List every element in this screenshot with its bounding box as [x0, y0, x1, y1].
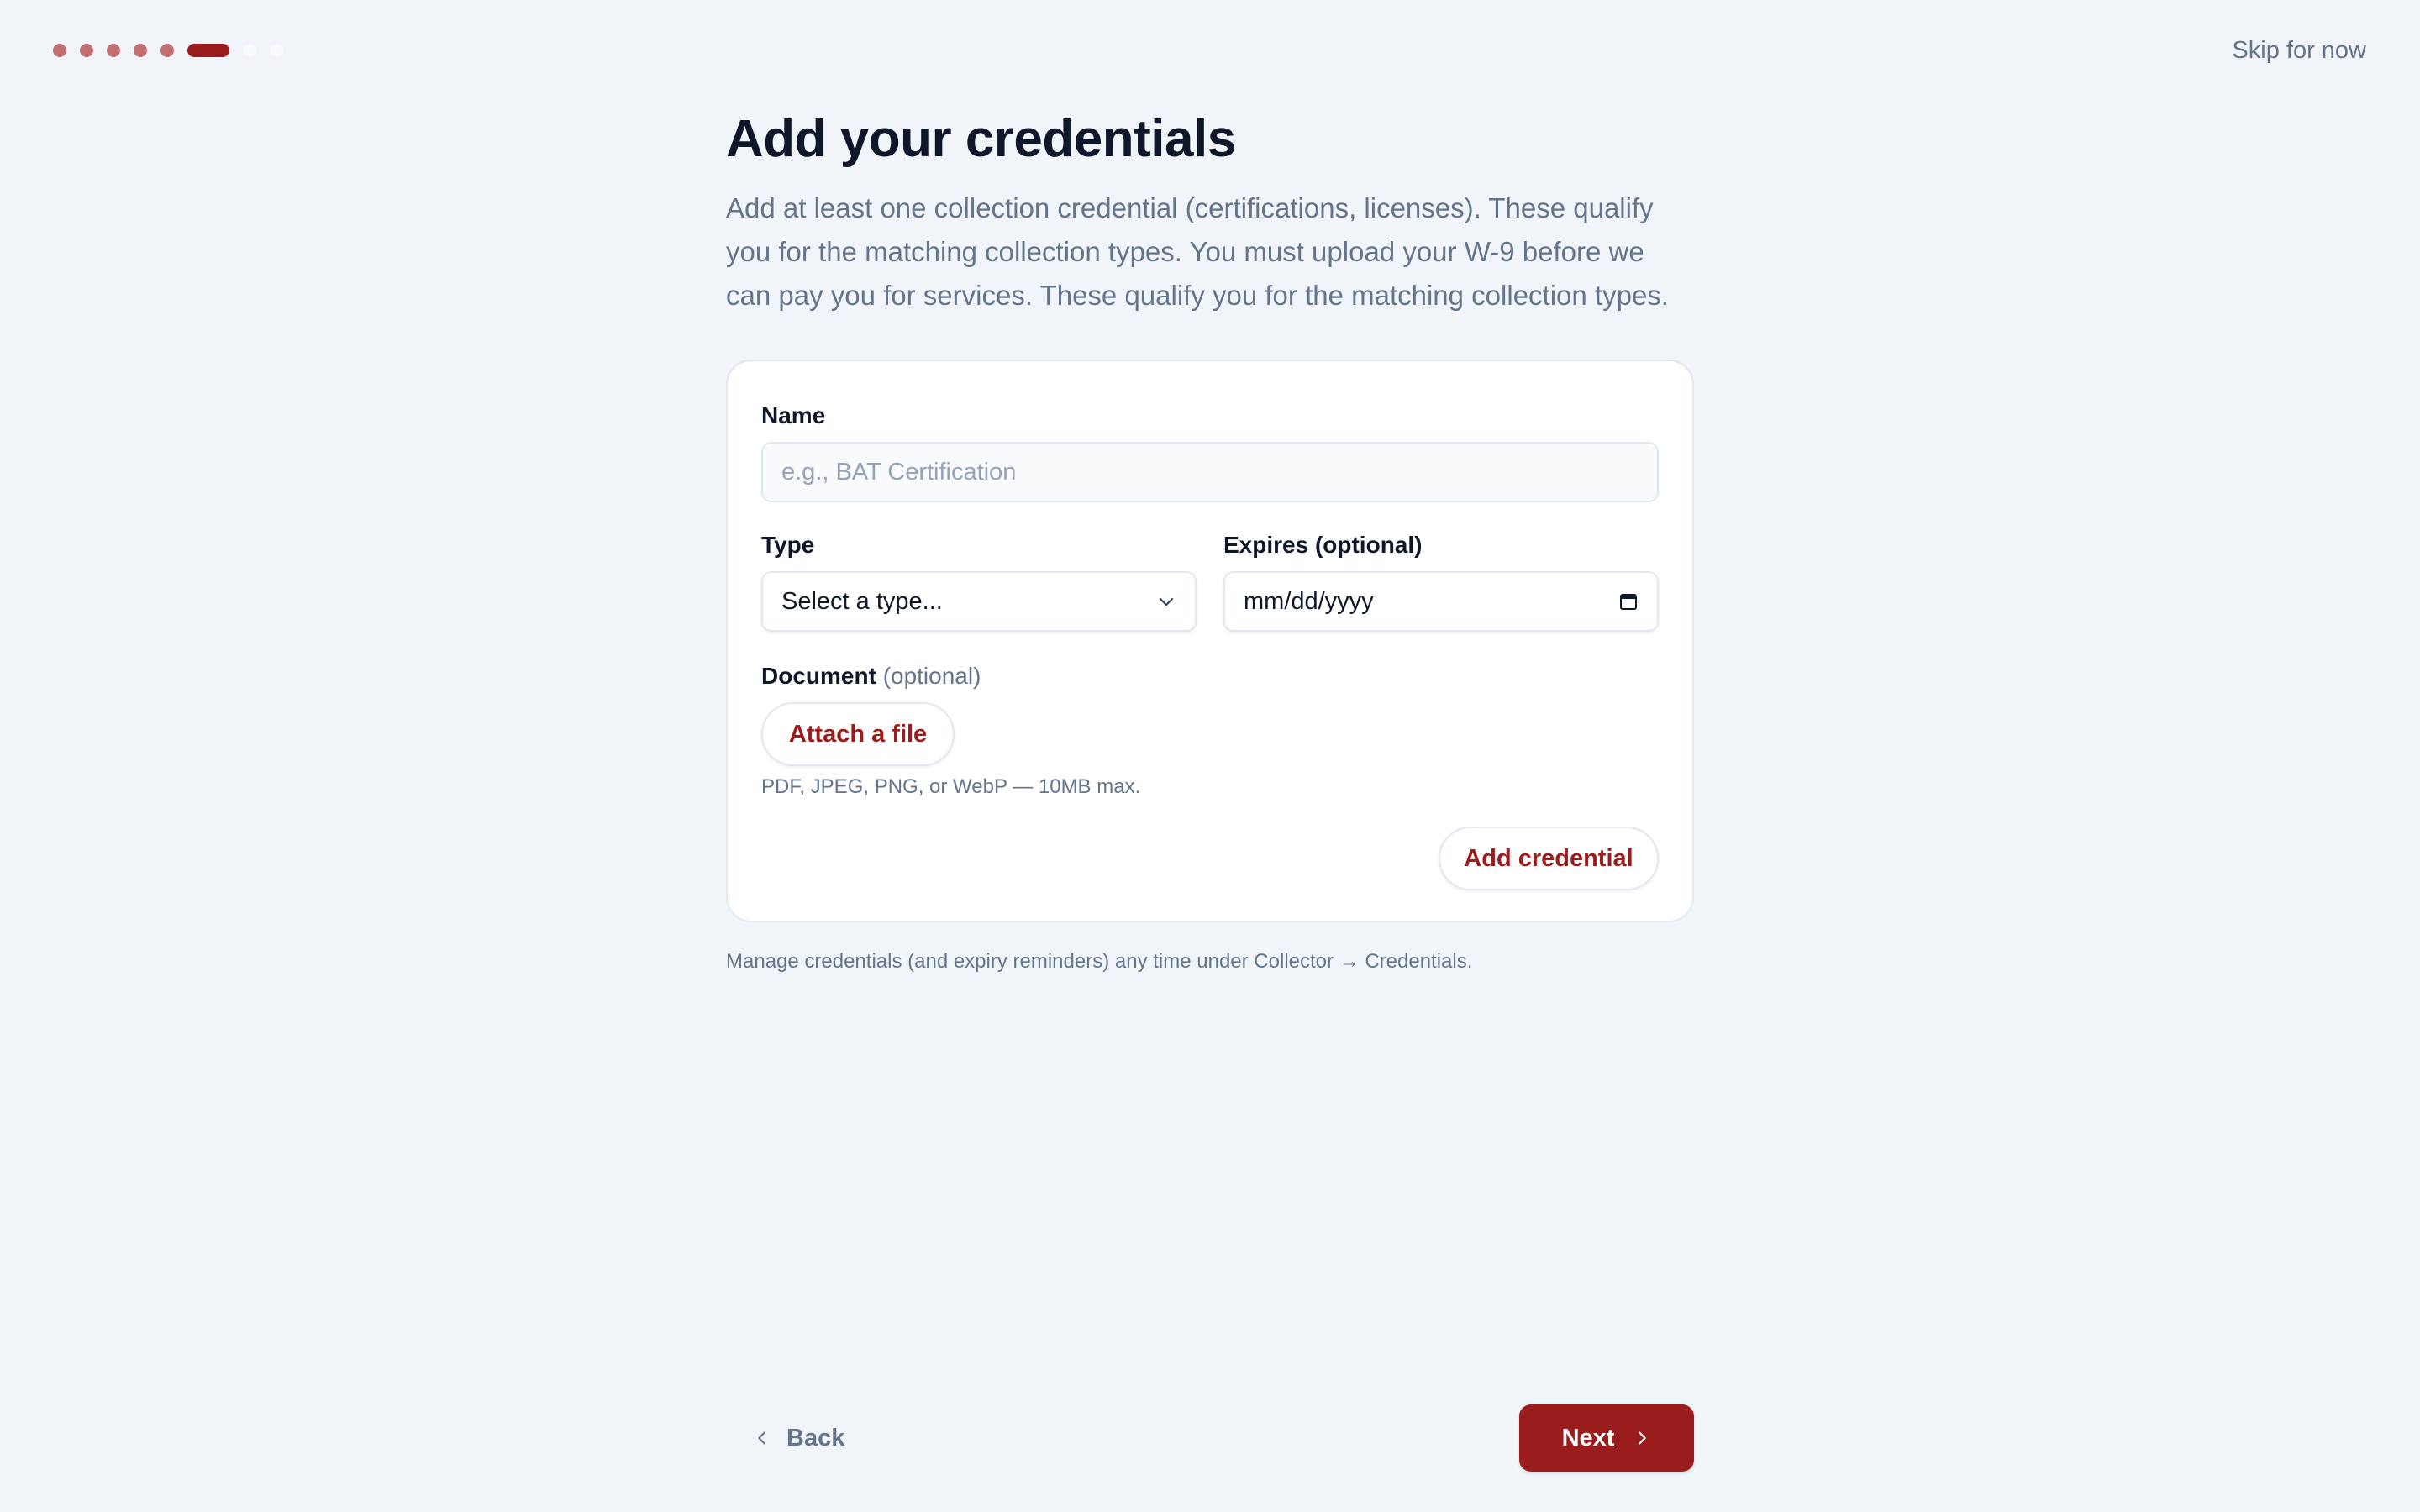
progress-step-8	[270, 44, 283, 57]
type-label: Type	[761, 532, 815, 558]
progress-step-2	[80, 44, 93, 57]
calendar-icon[interactable]	[1618, 591, 1639, 612]
name-input[interactable]: e.g., BAT Certification	[761, 442, 1659, 502]
chevron-down-icon	[1156, 591, 1176, 612]
progress-step-3	[107, 44, 120, 57]
file-format-hint: PDF, JPEG, PNG, or WebP — 10MB max.	[761, 775, 1141, 798]
type-select-value: Select a type...	[781, 587, 943, 615]
next-button-label: Next	[1561, 1424, 1615, 1452]
document-label: Document (optional)	[761, 662, 981, 690]
name-label: Name	[761, 402, 826, 428]
document-optional-text: (optional)	[882, 663, 981, 689]
step-progress	[53, 44, 297, 57]
expires-date-placeholder: mm/dd/yyyy	[1244, 587, 1374, 615]
progress-step-1	[53, 44, 66, 57]
page-title: Add your credentials	[726, 110, 1236, 168]
credentials-step: Add your credentials Add at least one co…	[726, 108, 1694, 995]
skip-for-now-link[interactable]: Skip for now	[2232, 35, 2366, 66]
progress-step-current	[187, 44, 229, 57]
chevron-left-icon	[753, 1429, 786, 1447]
manage-credentials-note: Manage credentials (and expiry reminders…	[726, 950, 1473, 973]
progress-step-7	[243, 44, 256, 57]
add-credential-button[interactable]: Add credential	[1439, 827, 1659, 890]
back-button-label: Back	[786, 1424, 845, 1452]
back-button[interactable]: Back	[753, 1421, 844, 1455]
document-label-text: Document	[761, 663, 876, 689]
attach-file-button[interactable]: Attach a file	[761, 702, 955, 766]
expires-date-input[interactable]: mm/dd/yyyy	[1223, 571, 1659, 632]
progress-step-5	[160, 44, 174, 57]
type-select[interactable]: Select a type...	[761, 571, 1197, 632]
next-button[interactable]: Next	[1519, 1404, 1694, 1472]
page-description: Add at least one collection credential (…	[726, 192, 1669, 311]
expires-label: Expires (optional)	[1223, 532, 1423, 558]
progress-step-4	[134, 44, 147, 57]
chevron-right-icon	[1614, 1429, 1651, 1447]
name-input-placeholder: e.g., BAT Certification	[781, 458, 1017, 486]
credential-form-card: Name e.g., BAT Certification Type Select…	[726, 360, 1694, 922]
